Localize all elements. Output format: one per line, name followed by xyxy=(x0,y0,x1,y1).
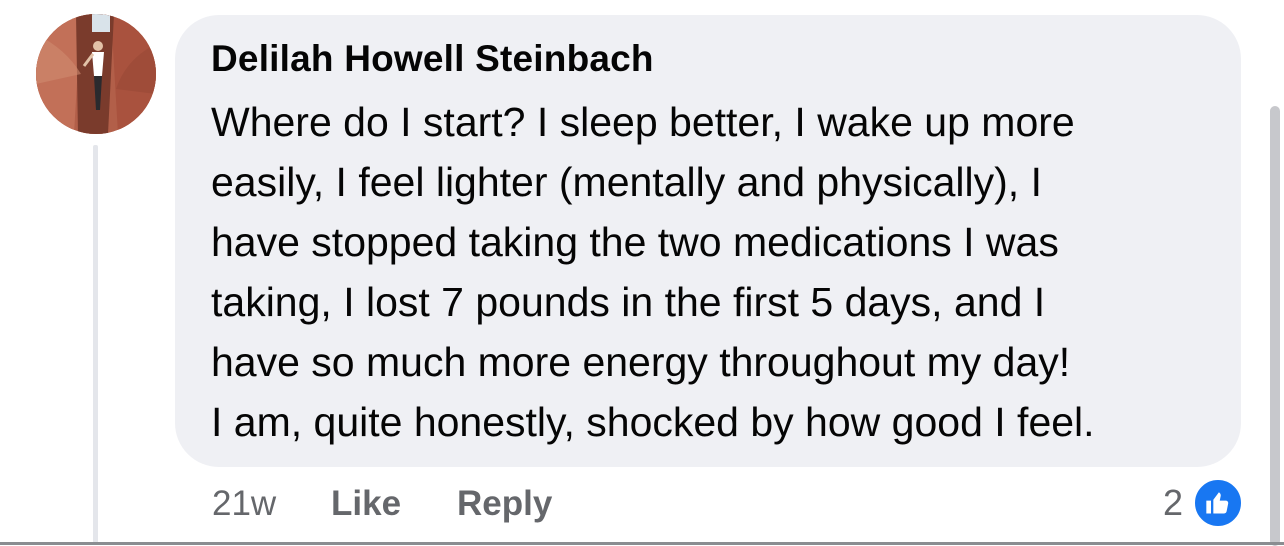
comment-line: have stopped taking the two medications … xyxy=(211,219,1059,265)
scrollbar[interactable] xyxy=(1270,106,1280,546)
comment-line: I am, quite honestly, shocked by how goo… xyxy=(211,399,1095,445)
comment-line: have so much more energy throughout my d… xyxy=(211,339,1071,385)
like-button[interactable]: Like xyxy=(331,484,401,524)
comment-body: Where do I start? I sleep better, I wake… xyxy=(211,92,1221,452)
comment-line: Where do I start? I sleep better, I wake… xyxy=(211,99,1075,145)
thumbs-up-icon xyxy=(1193,478,1244,528)
reaction-summary[interactable]: 2 xyxy=(1163,478,1244,528)
avatar-photo xyxy=(36,14,156,134)
comment-line: easily, I feel lighter (mentally and phy… xyxy=(211,159,1042,205)
comment-author[interactable]: Delilah Howell Steinbach xyxy=(211,38,654,80)
comment-line: taking, I lost 7 pounds in the first 5 d… xyxy=(211,279,1046,325)
thread-line xyxy=(93,145,98,545)
comment-timestamp[interactable]: 21w xyxy=(212,484,276,524)
reaction-count: 2 xyxy=(1163,482,1184,523)
reply-button[interactable]: Reply xyxy=(457,484,552,524)
avatar[interactable] xyxy=(36,14,156,134)
